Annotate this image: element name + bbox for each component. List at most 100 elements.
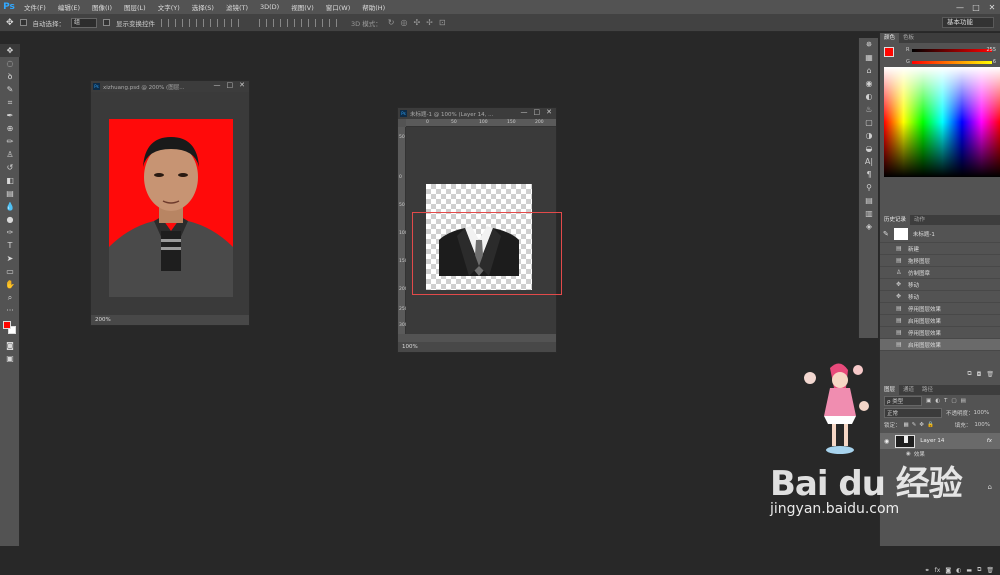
auto-select-checkbox[interactable] bbox=[19, 19, 27, 26]
doc-minimize-icon[interactable]: — bbox=[214, 81, 221, 89]
new-group-icon[interactable]: ▬ bbox=[966, 567, 972, 574]
3d-scale-icon[interactable]: ⊡ bbox=[439, 18, 446, 27]
foreground-color-swatch[interactable] bbox=[3, 321, 11, 329]
align-bottom-icon[interactable] bbox=[189, 18, 198, 27]
fg-color-chip[interactable] bbox=[884, 47, 894, 57]
3d-roll-icon[interactable]: ◎ bbox=[400, 18, 407, 27]
menu-view[interactable]: 视图(V) bbox=[285, 2, 320, 12]
align-right-icon[interactable] bbox=[231, 18, 240, 27]
workspace-dropdown[interactable]: 基本功能 bbox=[942, 17, 994, 28]
eraser-tool-icon[interactable]: ◧ bbox=[0, 174, 20, 187]
quick-mask-icon[interactable]: ◙ bbox=[0, 339, 20, 352]
align-left-icon[interactable] bbox=[203, 18, 212, 27]
dodge-tool-icon[interactable]: ● bbox=[0, 213, 20, 226]
swatch-icon[interactable]: ▦ bbox=[859, 51, 879, 64]
filter-adjust-icon[interactable]: ◐ bbox=[935, 398, 940, 404]
doc-maximize-icon[interactable]: □ bbox=[534, 108, 541, 116]
character-icon[interactable]: A| bbox=[859, 155, 879, 168]
menu-filter[interactable]: 滤镜(T) bbox=[220, 2, 254, 12]
menu-window[interactable]: 窗口(W) bbox=[320, 2, 357, 12]
align-hcenter-icon[interactable] bbox=[217, 18, 226, 27]
menu-layer[interactable]: 图层(L) bbox=[118, 2, 152, 12]
tab-paths[interactable]: 路径 bbox=[918, 385, 937, 395]
filter-shape-icon[interactable]: ▢ bbox=[951, 398, 956, 404]
blend-mode-dropdown[interactable]: 正常 bbox=[884, 408, 942, 418]
marquee-tool-icon[interactable]: ◌ bbox=[0, 57, 20, 70]
3d-pan-icon[interactable]: ✣ bbox=[413, 18, 420, 27]
paths-strip-icon[interactable]: ◒ bbox=[859, 142, 879, 155]
opacity-value[interactable]: 100% bbox=[974, 410, 990, 416]
clone-stamp-icon[interactable]: ♙ bbox=[0, 148, 20, 161]
delete-layer-icon[interactable]: 🗑 bbox=[986, 567, 994, 574]
tab-swatches[interactable]: 色板 bbox=[899, 33, 918, 43]
filter-pixel-icon[interactable]: ▣ bbox=[926, 398, 931, 404]
fx-badge[interactable]: fx bbox=[987, 438, 992, 444]
camera-icon[interactable]: ◘ bbox=[977, 371, 982, 378]
history-item[interactable]: ♙ 仿制图章 bbox=[880, 267, 1000, 279]
screen-mode-icon[interactable]: ▣ bbox=[0, 352, 20, 365]
distribute-right-icon[interactable] bbox=[329, 18, 338, 27]
layer-kind-filter[interactable]: ρ 类型 bbox=[884, 396, 922, 406]
show-transform-checkbox[interactable] bbox=[103, 19, 111, 26]
paragraph-icon[interactable]: ¶ bbox=[859, 168, 879, 181]
distribute-bottom-icon[interactable] bbox=[287, 18, 296, 27]
menu-file[interactable]: 文件(F) bbox=[18, 2, 52, 12]
menu-3d[interactable]: 3D(D) bbox=[254, 3, 285, 11]
new-adjustment-icon[interactable]: ◐ bbox=[956, 567, 961, 574]
history-strip-icon[interactable]: ⌂ bbox=[859, 64, 879, 77]
menu-select[interactable]: 选择(S) bbox=[186, 2, 220, 12]
add-mask-icon[interactable]: ◙ bbox=[945, 567, 951, 574]
clone-strip-icon[interactable]: ▢ bbox=[859, 116, 879, 129]
menu-edit[interactable]: 编辑(E) bbox=[52, 2, 86, 12]
document-zoom-status[interactable]: 200% bbox=[91, 315, 249, 325]
healing-brush-icon[interactable]: ⊕ bbox=[0, 122, 20, 135]
history-item[interactable]: ▤ 新建 bbox=[880, 243, 1000, 255]
move-tool-icon[interactable]: ✥ bbox=[0, 44, 20, 57]
history-snapshot[interactable]: ✎ 未标题-1 bbox=[880, 225, 1000, 243]
eyedropper-tool-icon[interactable]: ✒ bbox=[0, 109, 20, 122]
color-spectrum[interactable] bbox=[884, 67, 1000, 177]
pen-tool-icon[interactable]: ✑ bbox=[0, 226, 20, 239]
doc-close-icon[interactable]: ✕ bbox=[546, 108, 552, 116]
g-slider[interactable] bbox=[912, 61, 992, 64]
align-vcenter-icon[interactable] bbox=[175, 18, 184, 27]
3d-rotate-icon[interactable]: ↻ bbox=[388, 18, 395, 27]
filter-smart-icon[interactable]: ▤ bbox=[961, 398, 966, 404]
tab-layers[interactable]: 图层 bbox=[880, 385, 900, 395]
auto-select-dropdown[interactable]: 组 bbox=[71, 17, 98, 28]
history-item[interactable]: ▤ 停用图层效果 bbox=[880, 303, 1000, 315]
tab-actions[interactable]: 动作 bbox=[910, 215, 929, 225]
history-item[interactable]: ✥ 移动 bbox=[880, 279, 1000, 291]
zoom-tool-icon[interactable]: ⌕ bbox=[0, 291, 20, 304]
maximize-button[interactable]: □ bbox=[968, 3, 984, 12]
3d-strip-icon[interactable]: ◈ bbox=[859, 220, 879, 233]
r-slider[interactable] bbox=[912, 49, 992, 52]
distribute-top-icon[interactable] bbox=[259, 18, 268, 27]
3d-slide-icon[interactable]: ✢ bbox=[426, 18, 433, 27]
horizontal-ruler[interactable]: 0 50 100 150 200 bbox=[406, 119, 556, 127]
history-item[interactable]: ▤ 拖移图层 bbox=[880, 255, 1000, 267]
minimize-button[interactable]: — bbox=[952, 3, 968, 12]
doc-minimize-icon[interactable]: — bbox=[521, 108, 528, 116]
move-tool-icon[interactable]: ✥ bbox=[6, 18, 14, 28]
path-select-icon[interactable]: ➤ bbox=[0, 252, 20, 265]
type-tool-icon[interactable]: T bbox=[0, 239, 20, 252]
channels-strip-icon[interactable]: ◑ bbox=[859, 129, 879, 142]
notes-icon[interactable]: ▥ bbox=[859, 207, 879, 220]
lock-transparent-icon[interactable]: ▦ bbox=[904, 422, 909, 428]
distribute-vcenter-icon[interactable] bbox=[273, 18, 282, 27]
distribute-hcenter-icon[interactable] bbox=[315, 18, 324, 27]
menu-type[interactable]: 文字(Y) bbox=[152, 2, 186, 12]
brush-tool-icon[interactable]: ✏ bbox=[0, 135, 20, 148]
visibility-eye-icon[interactable]: ◉ bbox=[884, 438, 889, 445]
document-zoom-status[interactable]: 100% bbox=[398, 342, 556, 352]
brush-strip-icon[interactable]: ♨ bbox=[859, 103, 879, 116]
crop-tool-icon[interactable]: ⌗ bbox=[0, 96, 20, 109]
vertical-ruler[interactable]: 50 0 50 100 150 200 250 300 bbox=[398, 127, 408, 334]
document-canvas[interactable] bbox=[91, 92, 249, 316]
info-strip-icon[interactable]: ▤ bbox=[859, 194, 879, 207]
new-layer-icon[interactable]: ⧉ bbox=[977, 566, 981, 574]
lock-all-icon[interactable]: 🔒 bbox=[927, 422, 934, 428]
lock-paint-icon[interactable]: ✎ bbox=[912, 422, 917, 428]
document-title-bar[interactable]: Ps xizhuang.psd @ 200% (图层... — □ ✕ bbox=[91, 81, 249, 92]
